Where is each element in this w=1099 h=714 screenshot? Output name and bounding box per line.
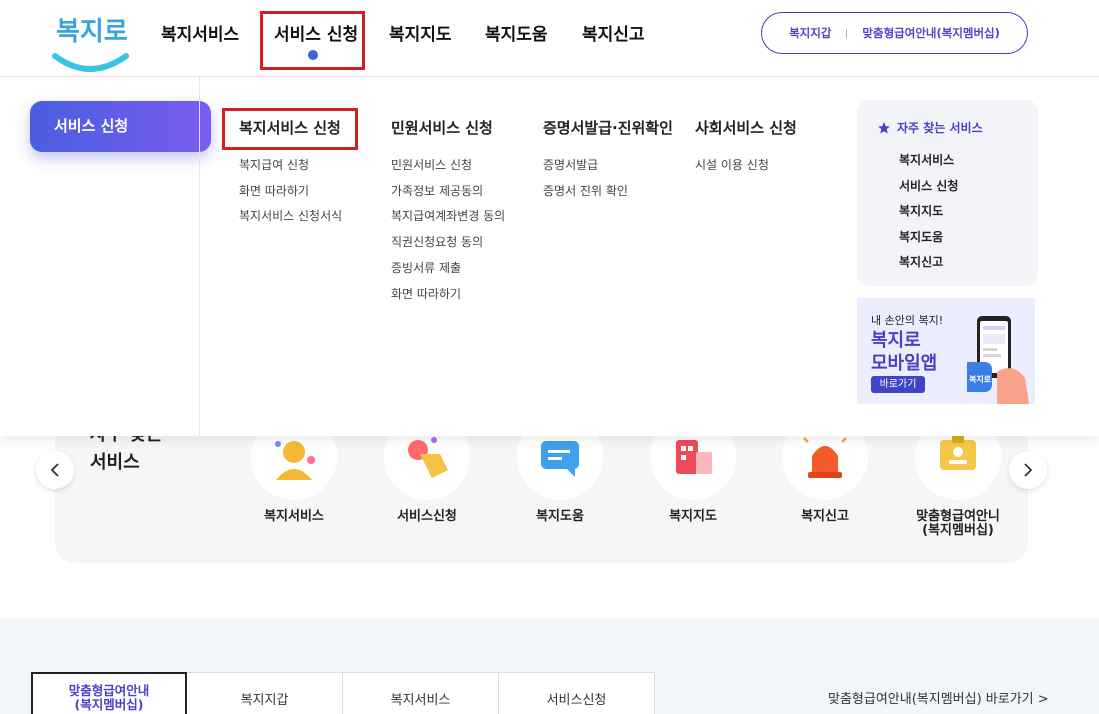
banner-title: 복지로 모바일앱: [871, 329, 937, 375]
phone-hand-illustration: 복지로: [967, 316, 1029, 404]
banner-title-line2: 모바일앱: [871, 353, 938, 374]
menu-column-title[interactable]: 복지서비스 신청: [239, 117, 342, 138]
menu-link[interactable]: 증빙서류 제출: [391, 256, 505, 282]
util-wallet-link[interactable]: 복지지갑: [789, 25, 831, 41]
favorite-link[interactable]: 복지신고: [899, 250, 958, 276]
favorite-link[interactable]: 복지지도: [899, 199, 958, 225]
frequent-item-label: 복지서비스: [264, 509, 324, 524]
tab-membership-label-line2: (복지멤버십): [74, 697, 144, 712]
nav-welfare-report[interactable]: 복지신고: [582, 20, 645, 45]
favorite-link[interactable]: 서비스 신청: [899, 174, 958, 200]
banner-go-button[interactable]: 바로가기: [871, 376, 925, 393]
svg-text:복지로: 복지로: [56, 17, 128, 47]
favorite-link[interactable]: 복지도움: [899, 225, 958, 251]
star-icon: [878, 121, 890, 134]
menu-link[interactable]: 민원서비스 신청: [391, 153, 505, 179]
tab-service-apply-label: 서비스신청: [546, 693, 607, 708]
util-membership-link[interactable]: 맞춤형급여안내(복지멤버십): [862, 25, 999, 41]
site-header: 복지로 복지서비스 서비스 신청 복지지도 복지도움 복지신고 복지지갑 맞춤형…: [0, 0, 1099, 77]
nav-welfare-help[interactable]: 복지도움: [485, 20, 548, 45]
nav-welfare-service[interactable]: 복지서비스: [161, 20, 239, 45]
tab-membership-label-line1: 맞춤형급여안내: [68, 683, 150, 698]
menu-column-title[interactable]: 사회서비스 신청: [695, 117, 797, 138]
util-menu: 복지지갑 맞춤형급여안내(복지멤버십): [761, 12, 1028, 54]
tab-membership[interactable]: 맞춤형급여안내 (복지멤버십): [31, 672, 187, 714]
mobile-app-banner[interactable]: 내 손안의 복지! 복지로 모바일앱 바로가기 복지로: [857, 298, 1035, 404]
nav-active-highlight: [260, 11, 365, 70]
frequent-item-label: 복지신고: [801, 509, 849, 524]
menu-column-welfare-apply: 복지서비스 신청 복지급여 신청 화면 따라하기 복지서비스 신청서식: [239, 117, 342, 230]
nav-active-dot: [308, 50, 318, 60]
frequent-item-label-line2: (복지멤버십): [922, 523, 994, 538]
menu-column-certificate: 증명서발급·진위확인 증명서발급 증명서 진위 확인: [543, 117, 673, 204]
frequent-item-label: 복지도움: [536, 509, 584, 524]
menu-link[interactable]: 증명서 진위 확인: [543, 179, 673, 205]
menu-link[interactable]: 시설 이용 신청: [695, 153, 797, 179]
frequent-item-label-line1: 맞춤형급여안니: [916, 509, 1000, 524]
mega-menu-section-title: 서비스 신청: [30, 101, 211, 152]
menu-link[interactable]: 복지급여 신청: [239, 153, 342, 179]
menu-link[interactable]: 화면 따라하기: [239, 179, 342, 205]
menu-link[interactable]: 화면 따라하기: [391, 282, 505, 308]
logo-graphic: 복지로: [52, 17, 129, 72]
bottom-tab-bar: 맞춤형급여안내 (복지멤버십) 복지지갑 복지서비스 서비스신청: [31, 672, 655, 714]
favorite-services-box: 자주 찾는 서비스 복지서비스 서비스 신청 복지지도 복지도움 복지신고: [857, 100, 1038, 286]
menu-link[interactable]: 복지급여계좌변경 동의: [391, 204, 505, 230]
banner-small-text: 내 손안의 복지!: [871, 314, 944, 327]
frequent-title-line2: 서비스: [90, 452, 140, 473]
bokjiro-logo[interactable]: 복지로: [52, 8, 132, 76]
tab-welfare-service[interactable]: 복지서비스: [343, 672, 499, 714]
tab-service-apply[interactable]: 서비스신청: [499, 672, 655, 714]
tab-wallet-label: 복지지갑: [240, 693, 289, 708]
svg-text:복지로: 복지로: [969, 374, 992, 384]
frequent-item-label: 맞춤형급여안니 (복지멤버십): [893, 510, 1023, 538]
favorite-services-list: 복지서비스 서비스 신청 복지지도 복지도움 복지신고: [899, 148, 958, 276]
menu-link[interactable]: 증명서발급: [543, 153, 673, 179]
nav-welfare-map[interactable]: 복지지도: [389, 20, 452, 45]
favorite-link[interactable]: 복지서비스: [899, 148, 958, 174]
favorite-services-title-text: 자주 찾는 서비스: [897, 121, 983, 135]
favorite-services-title: 자주 찾는 서비스: [877, 119, 983, 136]
banner-title-line1: 복지로: [871, 330, 921, 351]
tab-welfare-service-label: 복지서비스: [390, 693, 451, 708]
menu-link[interactable]: 직권신청요청 동의: [391, 230, 505, 256]
chevron-right-icon: [1024, 463, 1033, 477]
mega-menu-dropdown: 서비스 신청 복지서비스 신청 복지급여 신청 화면 따라하기 복지서비스 신청…: [0, 77, 1099, 436]
membership-shortcut-link[interactable]: 맞춤형급여안내(복지멤버십) 바로가기 >: [828, 688, 1049, 707]
menu-column-civil-apply: 민원서비스 신청 민원서비스 신청 가족정보 제공동의 복지급여계좌변경 동의 …: [391, 117, 505, 307]
chevron-left-icon: [50, 463, 59, 477]
tab-wallet[interactable]: 복지지갑: [187, 672, 343, 714]
menu-column-social-service: 사회서비스 신청 시설 이용 신청: [695, 117, 797, 179]
util-separator: [846, 28, 848, 38]
mega-menu-divider: [199, 77, 200, 436]
frequent-item-label: 복지지도: [669, 509, 717, 524]
menu-link[interactable]: 복지서비스 신청서식: [239, 204, 342, 230]
menu-link[interactable]: 가족정보 제공동의: [391, 179, 505, 205]
menu-column-title[interactable]: 증명서발급·진위확인: [543, 117, 673, 138]
frequent-item-label: 서비스신청: [397, 509, 457, 524]
carousel-prev-button[interactable]: [36, 451, 74, 489]
menu-column-title[interactable]: 민원서비스 신청: [391, 117, 505, 138]
